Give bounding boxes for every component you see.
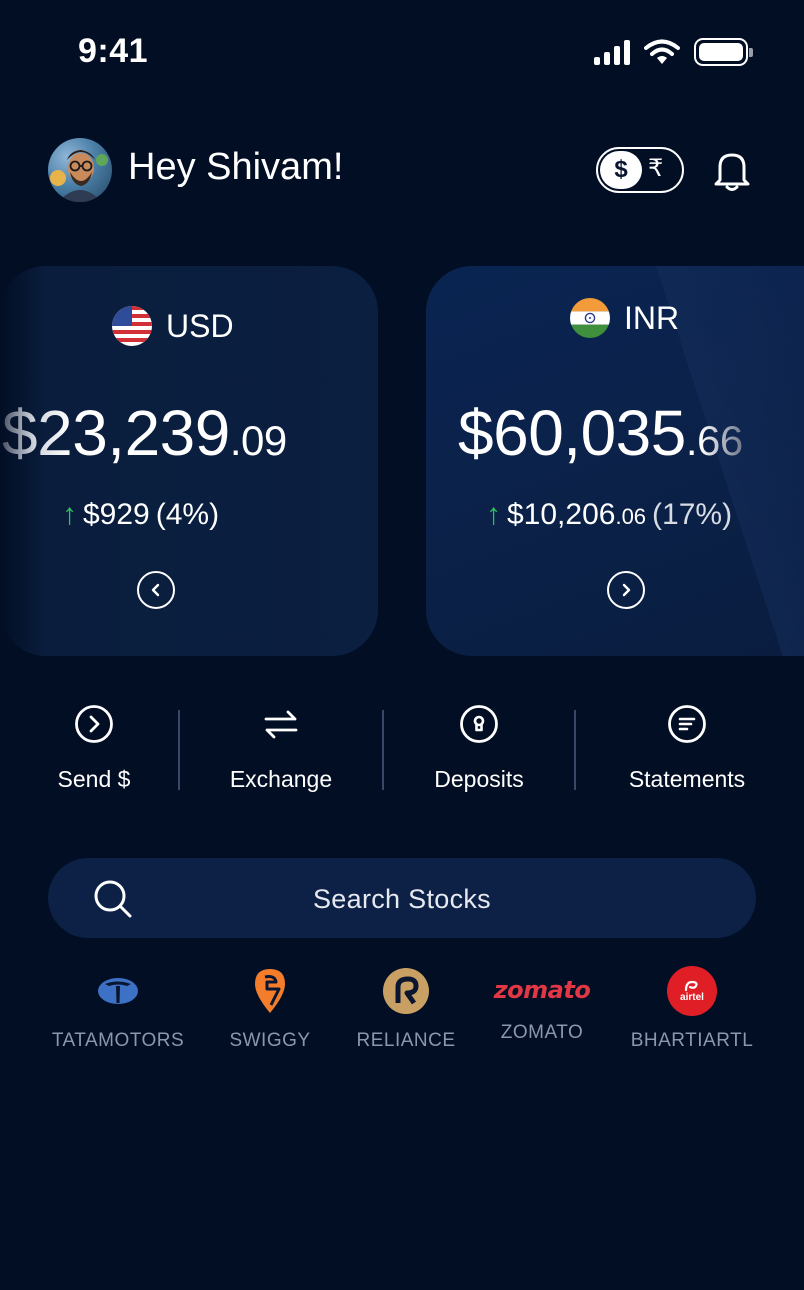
swiggy-logo-icon bbox=[245, 966, 295, 1016]
usd-change-pct: (4%) bbox=[155, 498, 220, 531]
deposits-label: Deposits bbox=[434, 766, 524, 792]
us-flag-icon bbox=[112, 306, 152, 346]
inr-change-pct: (17%) bbox=[652, 498, 733, 531]
toggle-inr[interactable]: ₹ bbox=[648, 154, 663, 183]
usd-balance-card[interactable]: USD $23,239.09 ↑ $929 (4%) bbox=[0, 266, 378, 656]
usd-amount-cents: .09 bbox=[229, 417, 287, 464]
bhartiartl-label: BHARTIARTL bbox=[630, 1030, 754, 1051]
zomato-logo-icon: zomato bbox=[492, 970, 592, 1010]
send-money-button[interactable]: Send $ bbox=[52, 704, 136, 793]
search-placeholder: Search Stocks bbox=[313, 884, 491, 914]
india-flag-icon bbox=[570, 298, 610, 338]
exchange-label: Exchange bbox=[229, 766, 333, 792]
currency-toggle[interactable]: $ ₹ bbox=[596, 147, 684, 193]
usd-change-value: $929 bbox=[83, 498, 150, 531]
exchange-button[interactable]: Exchange bbox=[216, 704, 346, 793]
usd-amount-main: $23,239 bbox=[2, 397, 230, 469]
airtel-logo-icon: airtel bbox=[667, 966, 717, 1016]
zomato-wordmark: zomato bbox=[493, 976, 591, 1004]
chevron-left-icon[interactable] bbox=[137, 571, 175, 609]
statement-lines-icon bbox=[667, 704, 707, 744]
stock-swiggy[interactable]: SWIGGY bbox=[222, 966, 318, 1052]
chevron-right-icon[interactable] bbox=[607, 571, 645, 609]
usd-balance-amount: $23,239.09 bbox=[2, 396, 287, 470]
avatar[interactable] bbox=[48, 138, 112, 202]
statements-label: Statements bbox=[628, 766, 746, 792]
cellular-signal-icon bbox=[594, 39, 630, 65]
inr-currency-code: INR bbox=[624, 300, 680, 336]
status-icons bbox=[594, 38, 753, 66]
usd-currency-code: USD bbox=[166, 308, 234, 344]
inr-balance-amount: $60,035.66 bbox=[458, 396, 743, 470]
divider bbox=[382, 710, 384, 790]
send-circle-icon bbox=[74, 704, 114, 744]
status-time: 9:41 bbox=[78, 32, 149, 70]
inr-change-value: $10,206.06 bbox=[507, 498, 646, 532]
inr-balance-card[interactable]: INR $60,035.66 ↑ $10,206.06 (17%) bbox=[426, 266, 804, 656]
tatamotors-label: TATAMOTORS bbox=[51, 1030, 185, 1051]
stock-zomato[interactable]: zomato ZOMATO bbox=[492, 970, 592, 1044]
reliance-label: RELIANCE bbox=[356, 1030, 456, 1051]
exchange-arrows-icon bbox=[261, 704, 301, 744]
vault-icon bbox=[459, 704, 499, 744]
airtel-wordmark: airtel bbox=[680, 991, 704, 1003]
inr-change: ↑ $10,206.06 (17%) bbox=[486, 498, 732, 532]
wifi-icon bbox=[644, 39, 680, 64]
tata-logo-icon bbox=[93, 966, 143, 1016]
arrow-up-icon: ↑ bbox=[486, 498, 501, 531]
stock-tatamotors[interactable]: TATAMOTORS bbox=[48, 966, 188, 1052]
deposits-button[interactable]: Deposits bbox=[420, 704, 538, 793]
stock-reliance[interactable]: RELIANCE bbox=[350, 966, 462, 1052]
arrow-up-icon: ↑ bbox=[62, 498, 77, 531]
bell-icon[interactable] bbox=[712, 148, 752, 192]
greeting-text: Hey Shivam! bbox=[128, 146, 344, 188]
inr-amount-cents: .66 bbox=[685, 417, 743, 464]
battery-icon bbox=[694, 38, 753, 66]
statements-button[interactable]: Statements bbox=[612, 704, 762, 793]
divider bbox=[574, 710, 576, 790]
search-stocks-input[interactable]: Search Stocks bbox=[48, 858, 756, 938]
send-label: Send $ bbox=[57, 766, 131, 792]
swiggy-label: SWIGGY bbox=[229, 1030, 311, 1051]
inr-change-cents: .06 bbox=[615, 504, 647, 529]
quick-actions: Send $ Exchange Deposits Statements bbox=[0, 704, 804, 804]
toggle-usd[interactable]: $ bbox=[600, 151, 642, 189]
usd-change: ↑ $929 (4%) bbox=[62, 498, 219, 532]
reliance-logo-icon bbox=[381, 966, 431, 1016]
stock-bhartiartl[interactable]: airtel BHARTIARTL bbox=[624, 966, 760, 1052]
inr-change-main: $10,206 bbox=[507, 498, 616, 531]
inr-amount-main: $60,035 bbox=[458, 397, 686, 469]
divider bbox=[178, 710, 180, 790]
zomato-label: ZOMATO bbox=[500, 1022, 584, 1043]
